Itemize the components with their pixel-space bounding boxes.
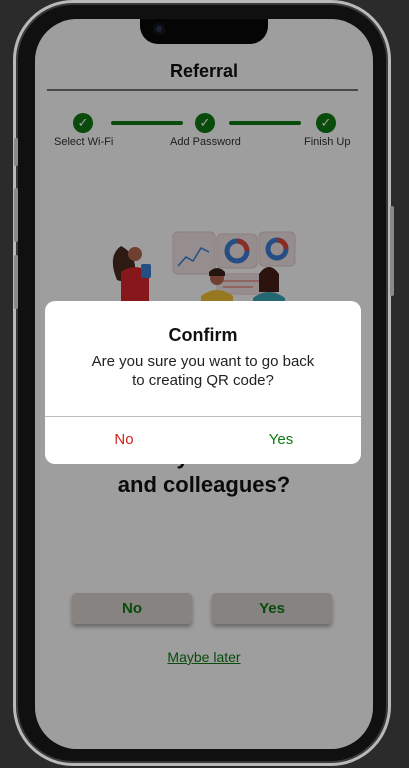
dialog-divider xyxy=(45,416,361,417)
dialog-no-button[interactable]: No xyxy=(64,431,184,448)
dialog-title: Confirm xyxy=(168,325,238,345)
dialog-message: Are you sure you want to go back to crea… xyxy=(65,352,341,390)
confirm-dialog: Confirm Are you sure you want to go back… xyxy=(45,301,361,464)
side-button xyxy=(14,188,18,242)
camera-icon xyxy=(153,23,165,35)
notch xyxy=(140,19,268,44)
side-button xyxy=(390,206,394,296)
side-button xyxy=(14,138,18,166)
dialog-yes-button[interactable]: Yes xyxy=(221,431,341,448)
side-button xyxy=(14,255,18,309)
dialog-message-line: Are you sure you want to go back xyxy=(91,353,315,370)
dialog-message-line: to creating QR code? xyxy=(132,372,274,389)
screen: Referral ✓ ✓ ✓ Select Wi-Fi Add Password… xyxy=(35,19,373,749)
